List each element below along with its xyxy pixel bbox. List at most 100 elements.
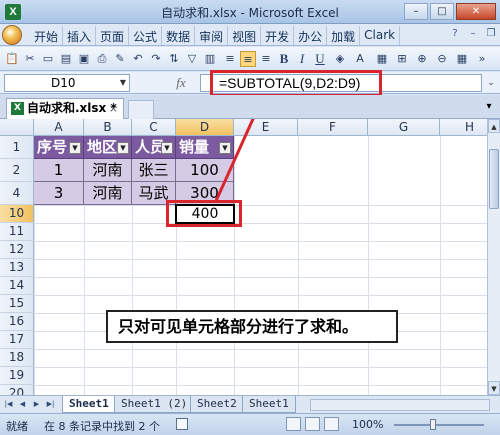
tab-home[interactable]: 开始	[30, 26, 64, 45]
tab-formulas[interactable]: 公式	[129, 26, 163, 45]
tab-page-layout[interactable]: 页面	[96, 26, 130, 45]
tab-developer[interactable]: 开发	[261, 26, 295, 45]
last-sheet-icon[interactable]: ▶|	[44, 398, 57, 411]
row-header-10[interactable]: 10	[0, 205, 34, 223]
filter-icon[interactable]: ▽	[184, 51, 200, 67]
tab-clark[interactable]: Clark	[360, 26, 401, 45]
row-header-12[interactable]: 12	[0, 241, 34, 259]
filter-dropdown-icon[interactable]: ▼	[117, 142, 129, 154]
column-header-e[interactable]: E	[234, 119, 298, 136]
zoom-level[interactable]: 100%	[352, 418, 383, 431]
tab-data[interactable]: 数据	[162, 26, 196, 45]
select-all-corner[interactable]	[0, 119, 34, 136]
scroll-down-icon[interactable]: ▼	[488, 381, 500, 395]
column-header-h[interactable]: H	[440, 119, 487, 136]
expand-formula-icon[interactable]: ⌄	[484, 76, 498, 90]
horizontal-scrollbar[interactable]	[310, 399, 490, 411]
new-tab-button[interactable]	[128, 100, 154, 119]
minimize-workbook-icon[interactable]: –	[466, 27, 480, 41]
chevron-down-icon[interactable]: ▾	[482, 100, 496, 114]
zoom-in-icon[interactable]: ⊕	[414, 51, 430, 67]
sheet-tab-3[interactable]: Sheet2	[190, 396, 244, 413]
italic-button[interactable]: I	[294, 51, 310, 67]
column-header-a[interactable]: A	[34, 119, 84, 136]
underline-button[interactable]: U	[312, 51, 328, 67]
undo-icon[interactable]: ↶	[130, 51, 146, 67]
restore-workbook-icon[interactable]: ❐	[484, 27, 498, 41]
table-cell[interactable]: 马武	[132, 182, 176, 205]
table-cell[interactable]: 3	[34, 182, 84, 205]
function-icon[interactable]: fx	[166, 74, 196, 92]
chevron-down-icon[interactable]: ▼	[120, 75, 126, 91]
worksheet-grid[interactable]: A B C D E F G H 1 2 4 10 11 12 13 14 15 …	[0, 119, 487, 395]
table-cell[interactable]: 张三	[132, 159, 176, 182]
vertical-scrollbar[interactable]: ▲ ▼	[487, 119, 500, 395]
align-left-icon[interactable]: ≡	[222, 51, 238, 67]
row-header-14[interactable]: 14	[0, 277, 34, 295]
filter-dropdown-icon[interactable]: ▼	[69, 142, 81, 154]
column-header-c[interactable]: C	[132, 119, 176, 136]
maximize-button[interactable]: □	[430, 3, 454, 20]
row-header-11[interactable]: 11	[0, 223, 34, 241]
paste-icon[interactable]: 📋	[4, 51, 20, 67]
zoom-slider[interactable]	[394, 424, 484, 426]
column-header-g[interactable]: G	[368, 119, 440, 136]
column-header-b[interactable]: B	[84, 119, 132, 136]
table-cell[interactable]: 100	[176, 159, 234, 182]
help-icon[interactable]: ?	[448, 27, 462, 41]
align-center-icon[interactable]: ≡	[240, 51, 256, 67]
row-header-18[interactable]: 18	[0, 349, 34, 367]
header-cell-region[interactable]: 地区 ▼	[84, 136, 132, 159]
header-cell-sales[interactable]: 销量 ▼	[176, 136, 234, 159]
cut-icon[interactable]: ✂	[22, 51, 38, 67]
bold-button[interactable]: B	[276, 51, 292, 67]
tab-office[interactable]: 办公	[294, 26, 328, 45]
prev-sheet-icon[interactable]: ◀	[16, 398, 29, 411]
name-box[interactable]: D10 ▼	[4, 74, 130, 92]
row-header-2[interactable]: 2	[0, 159, 34, 182]
fill-color-icon[interactable]: ◈	[332, 51, 348, 67]
row-header-4[interactable]: 4	[0, 182, 34, 205]
first-sheet-icon[interactable]: |◀	[2, 398, 15, 411]
sheet-tab-1[interactable]: Sheet1	[62, 396, 116, 413]
filter-dropdown-icon[interactable]: ▼	[161, 142, 173, 154]
page-break-view-icon[interactable]	[324, 417, 339, 431]
row-header-1[interactable]: 1	[0, 136, 34, 159]
font-color-icon[interactable]: A	[352, 51, 368, 67]
table-cell[interactable]: 300	[176, 182, 234, 205]
sort-icon[interactable]: ⇅	[166, 51, 182, 67]
toolbar-more-icon[interactable]: »	[474, 51, 490, 67]
next-sheet-icon[interactable]: ▶	[30, 398, 43, 411]
tab-insert[interactable]: 插入	[63, 26, 97, 45]
formula-input[interactable]: =SUBTOTAL(9,D2:D9)	[200, 74, 482, 92]
scroll-up-icon[interactable]: ▲	[488, 119, 500, 133]
redo-icon[interactable]: ↷	[148, 51, 164, 67]
minimize-button[interactable]: –	[404, 3, 428, 20]
row-header-16[interactable]: 16	[0, 313, 34, 331]
active-cell-d10[interactable]: 400	[175, 204, 235, 224]
row-header-17[interactable]: 17	[0, 331, 34, 349]
workbook-tab[interactable]: X 自动求和.xlsx * ×	[6, 98, 124, 119]
grid-icon[interactable]: ▦	[454, 51, 470, 67]
zoom-out-icon[interactable]: ⊖	[434, 51, 450, 67]
column-header-f[interactable]: F	[298, 119, 368, 136]
column-header-d[interactable]: D	[176, 119, 234, 136]
row-header-19[interactable]: 19	[0, 367, 34, 385]
normal-view-icon[interactable]	[286, 417, 301, 431]
print-icon[interactable]: ⎙	[94, 51, 110, 67]
tab-addins[interactable]: 加载	[327, 26, 361, 45]
row-header-20[interactable]: 20	[0, 385, 34, 395]
row-header-15[interactable]: 15	[0, 295, 34, 313]
empty-cells-area[interactable]	[34, 205, 487, 395]
tab-view[interactable]: 视图	[228, 26, 262, 45]
filter-dropdown-icon[interactable]: ▼	[219, 142, 231, 154]
table-cell[interactable]: 河南	[84, 159, 132, 182]
tab-review[interactable]: 审阅	[195, 26, 229, 45]
table-cell[interactable]: 河南	[84, 182, 132, 205]
align-right-icon[interactable]: ≡	[258, 51, 274, 67]
header-cell-person[interactable]: 人员 ▼	[132, 136, 176, 159]
chart-icon[interactable]: ▥	[202, 51, 218, 67]
zoom-slider-thumb[interactable]	[430, 419, 436, 430]
format-painter-icon[interactable]: ✎	[112, 51, 128, 67]
page-layout-view-icon[interactable]	[305, 417, 320, 431]
